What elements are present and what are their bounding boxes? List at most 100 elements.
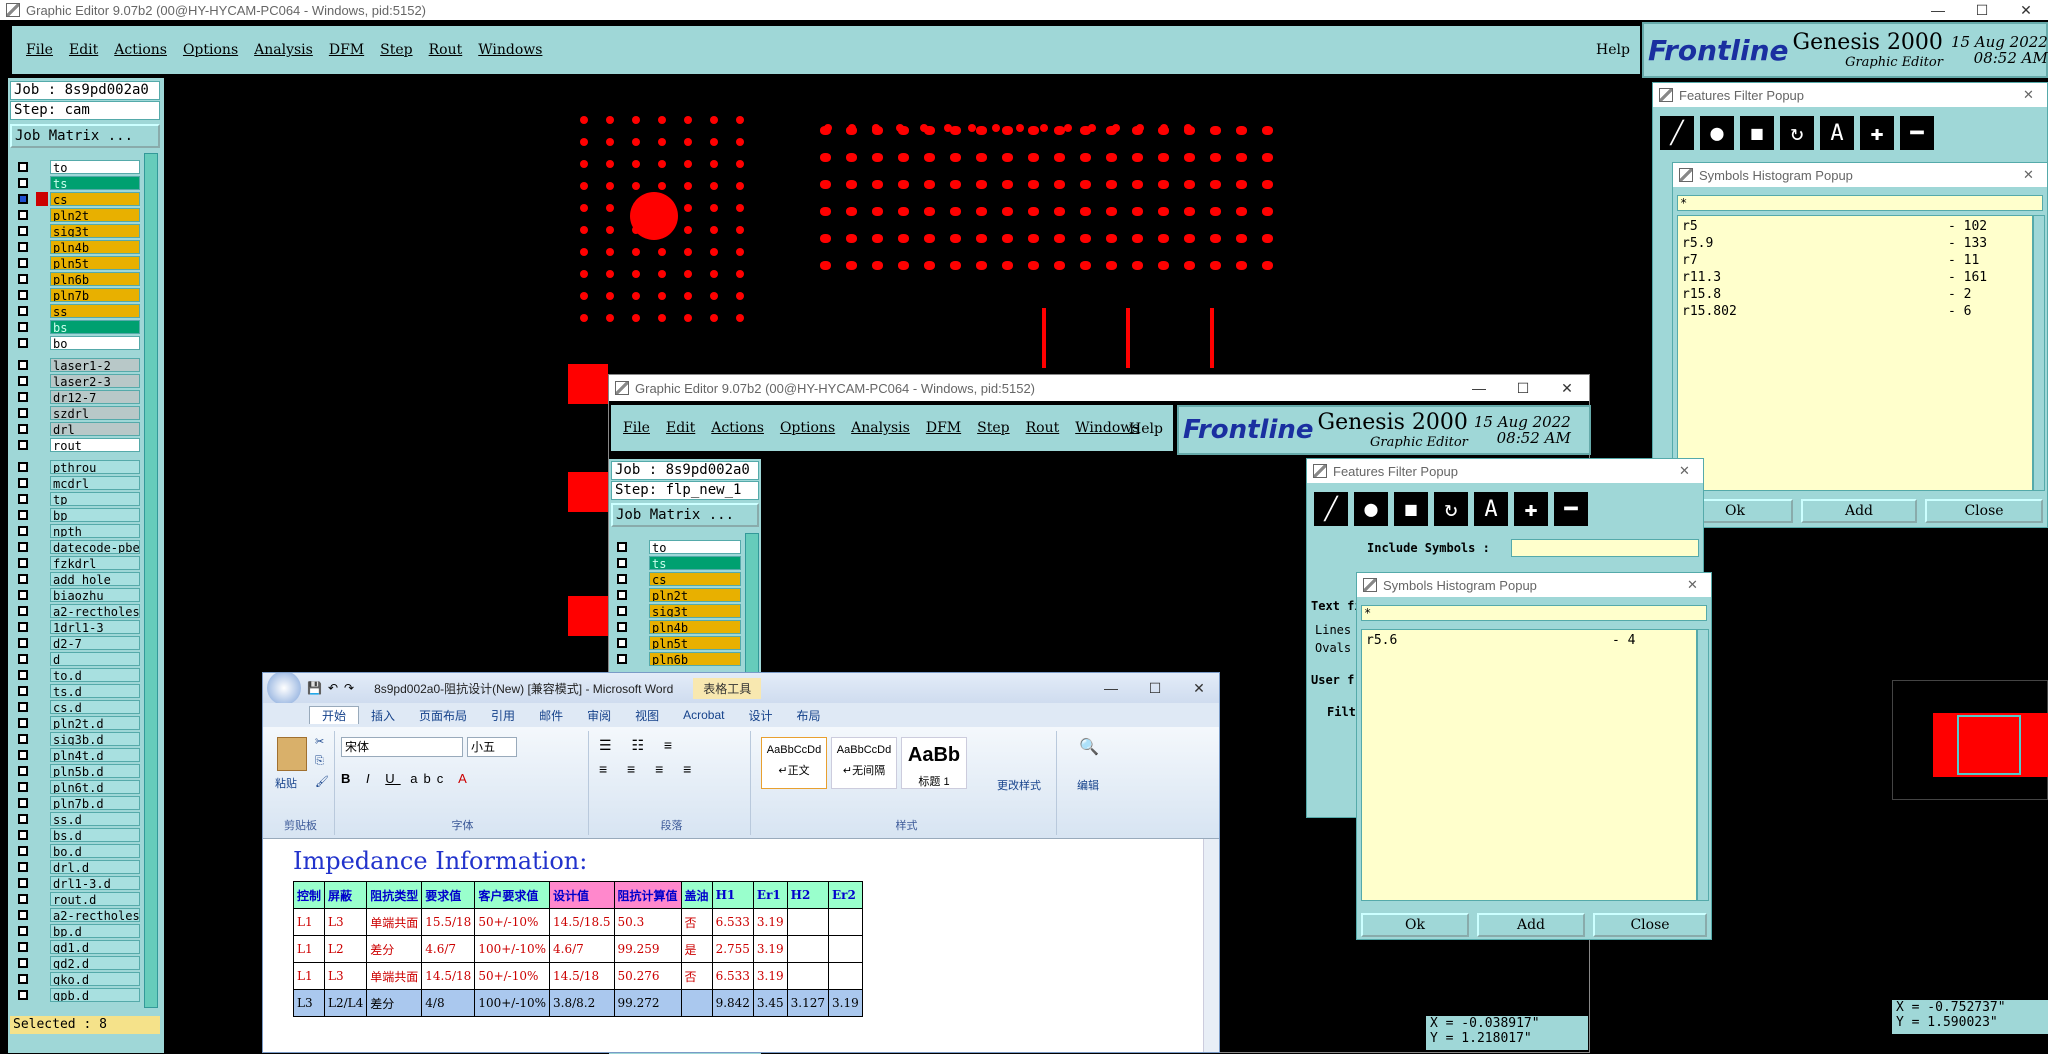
table-cell[interactable]: 3.45	[752, 989, 788, 1017]
table-header-cell[interactable]: 客户要求值	[474, 881, 551, 909]
layer-checkbox[interactable]	[18, 958, 28, 968]
layer-checkbox[interactable]	[18, 606, 28, 616]
layer-checkbox[interactable]	[18, 462, 28, 472]
arc-tool-icon[interactable]: ↻	[1777, 113, 1817, 153]
layer-row[interactable]: bo.d	[12, 843, 140, 859]
layer-row[interactable]: sig3t	[12, 223, 140, 239]
layer-name[interactable]: pln2t.d	[50, 716, 140, 730]
layer-row[interactable]: biaozhu	[12, 587, 140, 603]
layer-row[interactable]: bo	[12, 335, 140, 351]
table-cell[interactable]: 50+/-10%	[474, 962, 551, 990]
menu-dfm[interactable]: DFM	[321, 42, 372, 58]
layer-name[interactable]: a2-rectholes	[50, 908, 140, 922]
pad-tool-icon[interactable]: ●	[1351, 489, 1391, 529]
layer-checkbox[interactable]	[617, 542, 627, 552]
layer-name[interactable]: cs	[649, 572, 741, 586]
table-cell[interactable]: 6.533	[711, 962, 754, 990]
layer-checkbox[interactable]	[18, 510, 28, 520]
layer-name[interactable]: d2-7	[50, 636, 140, 650]
layer-name[interactable]: ts	[50, 176, 140, 190]
table-cell[interactable]: 50+/-10%	[474, 908, 551, 936]
layer-checkbox[interactable]	[18, 274, 28, 284]
layer-name[interactable]: szdrl	[50, 406, 140, 420]
layer-row[interactable]: mcdrl	[12, 475, 140, 491]
close-icon[interactable]: ✕	[2023, 87, 2047, 103]
menu-windows[interactable]: Windows	[470, 42, 550, 58]
layer-row[interactable]: dr12-7	[12, 389, 140, 405]
layer-name[interactable]: pln4b	[50, 240, 140, 254]
layer-checkbox[interactable]	[617, 622, 627, 632]
layer-row[interactable]: pln6t.d	[12, 779, 140, 795]
layer-checkbox[interactable]	[18, 622, 28, 632]
italic-icon[interactable]: I	[366, 771, 376, 786]
layer-row[interactable]: pln4b	[12, 239, 140, 255]
layer-checkbox[interactable]	[18, 670, 28, 680]
layer-row[interactable]: bs.d	[12, 827, 140, 843]
font-color-icon[interactable]: A	[458, 771, 473, 786]
layer-checkbox[interactable]	[18, 440, 28, 450]
line-tool-icon[interactable]: ╱	[1657, 113, 1697, 153]
layer-checkbox[interactable]	[617, 638, 627, 648]
layer-row[interactable]: ts	[611, 555, 741, 571]
layer-row[interactable]: gd2.d	[12, 955, 140, 971]
ribbon-tab[interactable]: 插入	[359, 707, 407, 724]
layer-name[interactable]: rout.d	[50, 892, 140, 906]
layer-name[interactable]: pln4b	[649, 620, 741, 634]
maximize-icon[interactable]: ☐	[1501, 380, 1545, 397]
histogram-row[interactable]: r5 - 102	[1682, 218, 2028, 235]
layer-checkbox[interactable]	[18, 814, 28, 824]
layer-name[interactable]: ts.d	[50, 684, 140, 698]
table-cell[interactable]: 3.19	[752, 935, 788, 963]
histogram-row[interactable]: r11.3 - 161	[1682, 269, 2028, 286]
layer-row[interactable]: sig3t	[611, 603, 741, 619]
layer-checkbox[interactable]	[18, 718, 28, 728]
layer-name[interactable]: a2-rectholes	[50, 604, 140, 618]
table-cell[interactable]: L3	[324, 962, 368, 990]
layer-name[interactable]: bp.d	[50, 924, 140, 938]
layer-row[interactable]: pln6b	[12, 271, 140, 287]
maximize-icon[interactable]: ☐	[1133, 680, 1177, 697]
layer-row[interactable]: gpb.d	[12, 987, 140, 1003]
font-name-select[interactable]: 宋体	[341, 737, 463, 757]
table-row[interactable]: L1 L3 单端共面 14.5/18 50+/-10% 14.5/18 50.276 否 6.5…	[292, 962, 863, 990]
layer-checkbox[interactable]	[617, 654, 627, 664]
table-cell[interactable]: L2/L4	[324, 989, 368, 1017]
histogram-filter-input[interactable]: *	[1677, 195, 2043, 211]
table-header-cell[interactable]: 阻抗类型	[366, 881, 423, 909]
layer-name[interactable]: sig3t	[50, 224, 140, 238]
layer-row[interactable]: npth	[12, 523, 140, 539]
table-cell[interactable]	[828, 962, 863, 990]
ribbon-tab[interactable]: 页面布局	[407, 707, 479, 724]
histogram-row[interactable]: r15.8 - 2	[1682, 286, 2028, 303]
doc-scrollbar[interactable]	[1203, 839, 1219, 1052]
table-cell[interactable]: L3	[292, 989, 326, 1017]
histogram-row[interactable]: r5.9 - 133	[1682, 235, 2028, 252]
layer-checkbox[interactable]	[18, 750, 28, 760]
table-cell[interactable]: 6.533	[711, 908, 754, 936]
layer-name[interactable]: bo	[50, 336, 140, 350]
table-cell[interactable]: 14.5/18	[549, 962, 615, 990]
close-icon[interactable]: ✕	[1177, 680, 1219, 697]
layer-name[interactable]: gko.d	[50, 972, 140, 986]
layer-name[interactable]: drl.d	[50, 860, 140, 874]
close-icon[interactable]: ✕	[2004, 2, 2048, 19]
table-row[interactable]: L1 L3 单端共面 15.5/18 50+/-10% 14.5/18.5 50.3 否 6.5…	[292, 908, 863, 936]
table-cell[interactable]: L1	[292, 908, 326, 936]
layer-name[interactable]: ss.d	[50, 812, 140, 826]
layer-row[interactable]: pln2t	[611, 587, 741, 603]
layer-checkbox[interactable]	[18, 590, 28, 600]
close-button[interactable]: Close	[1925, 499, 2043, 523]
layer-checkbox[interactable]	[617, 558, 627, 568]
layer-name[interactable]: laser1-2	[50, 358, 140, 372]
layer-name[interactable]: add_hole	[50, 572, 140, 586]
layer-checkbox[interactable]	[18, 574, 28, 584]
layer-row[interactable]: pln5b.d	[12, 763, 140, 779]
histogram-row[interactable]: r5.6 - 4	[1366, 632, 1692, 649]
layer-row[interactable]: a2-rectholes	[12, 603, 140, 619]
ribbon-tab[interactable]: 视图	[623, 707, 671, 724]
layer-checkbox[interactable]	[18, 242, 28, 252]
layer-checkbox[interactable]	[18, 638, 28, 648]
layer-row[interactable]: pln5t	[12, 255, 140, 271]
layer-name[interactable]: bs	[50, 320, 140, 334]
menu-file[interactable]: File	[615, 420, 658, 436]
